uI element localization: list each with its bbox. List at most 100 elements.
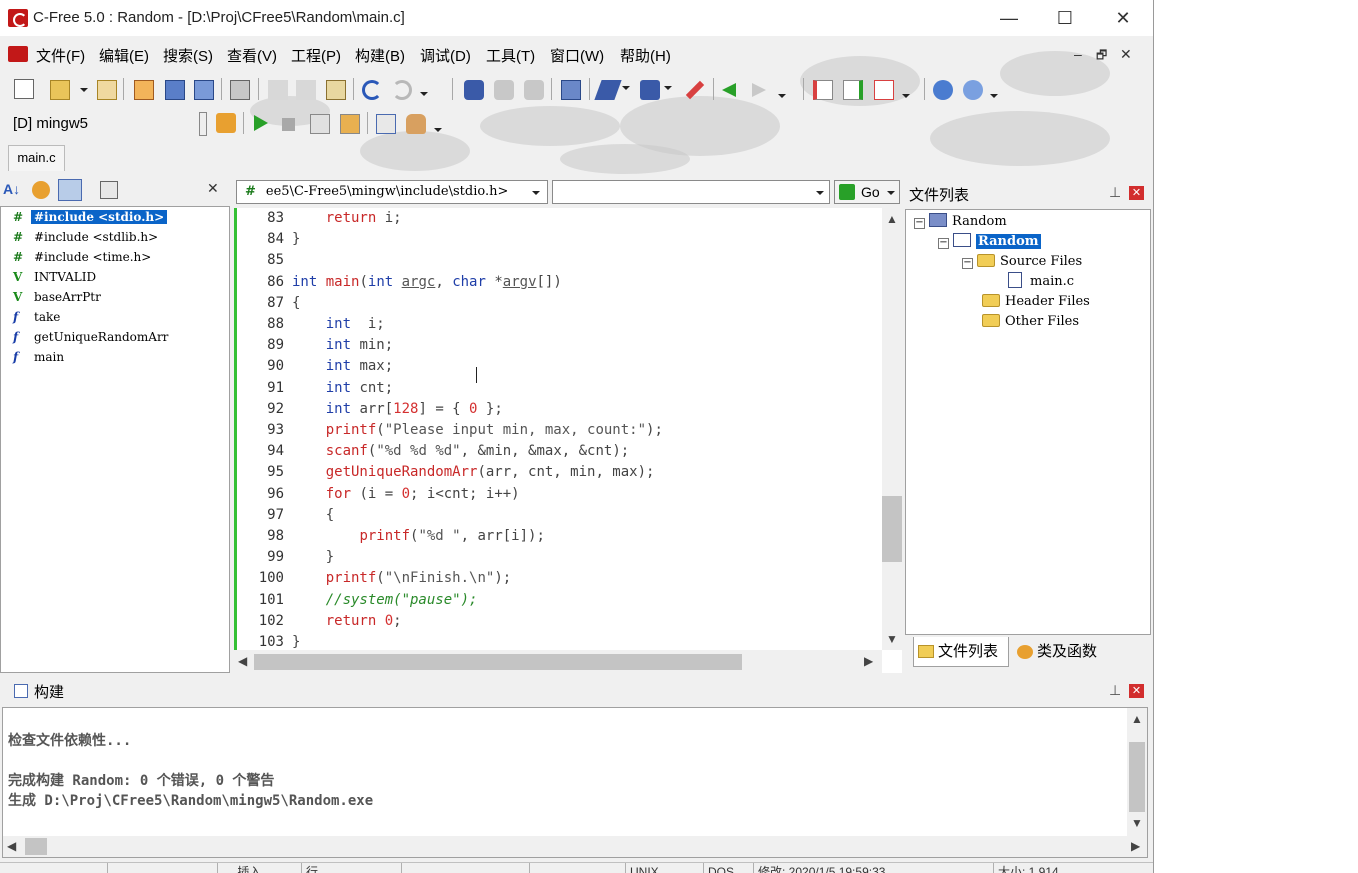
code-line[interactable]: 99 } <box>234 547 874 568</box>
menu-help[interactable]: 帮助(H) <box>620 45 671 66</box>
vertical-scroll-thumb[interactable] <box>882 496 902 562</box>
menu-view[interactable]: 查看(V) <box>227 45 277 66</box>
tab-main-c[interactable]: main.c <box>8 145 65 171</box>
code-line[interactable]: 92 int arr[128] = { 0 }; <box>234 399 874 420</box>
code-line[interactable]: 88 int i; <box>234 314 874 335</box>
code-line[interactable]: 97 { <box>234 505 874 526</box>
menu-file[interactable]: 文件(F) <box>36 45 85 66</box>
redo-icon[interactable] <box>392 80 412 100</box>
scroll-down-arrow-icon[interactable]: ▼ <box>1131 816 1143 830</box>
symbol-combo-dropdown-icon[interactable] <box>816 191 824 195</box>
code-line[interactable]: 100 printf("\nFinish.\n"); <box>234 568 874 589</box>
open-dropdown-icon[interactable] <box>80 88 88 92</box>
include-combo[interactable]: # ee5\C-Free5\mingw\include\stdio.h> <box>236 180 548 204</box>
class-item-intvalid[interactable]: V INTVALID <box>13 267 99 287</box>
show-members-icon[interactable] <box>32 181 50 199</box>
class-panel-close-button[interactable]: ✕ <box>207 180 219 197</box>
tree-project-random[interactable]: − Random <box>914 212 1007 232</box>
new-file-icon[interactable] <box>14 79 34 99</box>
code-line[interactable]: 83 return i; <box>234 208 874 229</box>
watch-icon[interactable] <box>376 114 396 134</box>
scroll-right-arrow-icon[interactable]: ▶ <box>864 654 873 668</box>
find-prev-icon[interactable] <box>524 80 544 100</box>
class-list-icon[interactable] <box>100 181 118 199</box>
tab-file-list[interactable]: 文件列表 <box>913 637 1009 667</box>
scroll-up-arrow-icon[interactable]: ▲ <box>886 212 898 226</box>
help-icon[interactable] <box>933 80 953 100</box>
hand-icon[interactable] <box>406 114 426 134</box>
code-line[interactable]: 94 scanf("%d %d %d", &min, &max, &cnt); <box>234 441 874 462</box>
forward-arrow-icon[interactable] <box>752 83 766 97</box>
find-in-files-icon[interactable] <box>561 80 581 100</box>
menu-debug[interactable]: 调试(D) <box>420 45 471 66</box>
menu-build[interactable]: 构建(B) <box>355 45 405 66</box>
build-horizontal-scroll-thumb[interactable] <box>25 838 47 855</box>
forward-dropdown-icon[interactable] <box>778 94 786 98</box>
tree-view-icon[interactable] <box>58 179 82 201</box>
debug-step-icon[interactable] <box>310 114 330 134</box>
code-line[interactable]: 101 //system("pause"); <box>234 590 874 611</box>
build-dropdown-icon[interactable] <box>664 86 672 90</box>
paste-icon[interactable] <box>326 80 346 100</box>
hand-dropdown-icon[interactable] <box>434 128 442 132</box>
mdi-restore-button[interactable]: 🗗 <box>1096 46 1107 67</box>
scroll-left-arrow-icon[interactable]: ◀ <box>7 839 16 853</box>
code-line[interactable]: 93 printf("Please input min, max, count:… <box>234 420 874 441</box>
class-item-include-stdlib[interactable]: # #include <stdlib.h> <box>13 227 161 247</box>
go-dropdown-icon[interactable] <box>887 191 895 195</box>
code-line[interactable]: 89 int min; <box>234 335 874 356</box>
sort-az-icon[interactable]: A↓ <box>3 181 20 197</box>
code-editor[interactable]: 83 return i; 84} 85 86 int main(int argc, ch… <box>234 208 902 673</box>
find-next-icon[interactable] <box>494 80 514 100</box>
include-combo-dropdown-icon[interactable] <box>532 191 540 195</box>
mdi-minimize-button[interactable]: – <box>1074 46 1082 62</box>
code-line[interactable]: 96 for (i = 0; i<cnt; i++) <box>234 484 874 505</box>
tree-folder-header-files[interactable]: Header Files <box>982 292 1090 312</box>
code-line[interactable]: 91 int cnt; <box>234 378 874 399</box>
build-horizontal-scrollbar[interactable] <box>3 836 1127 857</box>
collapse-icon[interactable]: − <box>938 238 949 249</box>
menu-project[interactable]: 工程(P) <box>291 45 341 66</box>
class-item-getuniquerandomarr[interactable]: f getUniqueRandomArr <box>13 327 171 347</box>
debug-step-over-icon[interactable] <box>340 114 360 134</box>
compiler-dropdown-icon[interactable] <box>199 112 207 136</box>
code-line[interactable]: 95 getUniqueRandomArr(arr, cnt, min, max… <box>234 462 874 483</box>
scroll-up-arrow-icon[interactable]: ▲ <box>1131 712 1143 726</box>
close-button[interactable]: ✕ <box>1094 0 1152 36</box>
stop-icon[interactable] <box>282 118 295 131</box>
compiler-selector[interactable]: [D] mingw5 <box>13 115 88 132</box>
compile-dropdown-icon[interactable] <box>622 86 630 90</box>
menu-window[interactable]: 窗口(W) <box>550 45 604 66</box>
clear-bookmarks-icon[interactable] <box>874 80 894 100</box>
cut-icon[interactable] <box>268 80 288 100</box>
code-line[interactable]: 84} <box>234 229 874 250</box>
collapse-icon[interactable]: − <box>914 218 925 229</box>
maximize-button[interactable]: ☐ <box>1036 0 1094 36</box>
code-line[interactable]: 90 int max; <box>234 356 874 377</box>
pin-icon[interactable]: ⊥ <box>1109 682 1121 699</box>
tree-folder-source-files[interactable]: − Source Files <box>962 252 1082 272</box>
run-icon[interactable] <box>254 115 268 131</box>
menu-tools[interactable]: 工具(T) <box>486 45 535 66</box>
tab-classes-functions[interactable]: 类及函数 <box>1013 637 1113 667</box>
scroll-left-arrow-icon[interactable]: ◀ <box>238 654 247 668</box>
collapse-icon[interactable]: − <box>962 258 973 269</box>
menu-edit[interactable]: 编辑(E) <box>99 45 149 66</box>
class-item-take[interactable]: f take <box>13 307 63 327</box>
mdi-close-button[interactable]: ✕ <box>1120 46 1132 63</box>
open-folder-icon[interactable] <box>50 80 70 100</box>
save-icon[interactable] <box>165 80 185 100</box>
open-project-icon[interactable] <box>97 80 117 100</box>
code-line[interactable]: 87 { <box>234 293 874 314</box>
compile-icon[interactable] <box>594 80 622 100</box>
file-panel-close-button[interactable]: ✕ <box>1129 186 1144 200</box>
save-all-icon[interactable] <box>194 80 214 100</box>
undo-icon[interactable] <box>362 80 382 100</box>
class-item-basearrptr[interactable]: VbaseArrPtr <box>13 287 104 307</box>
code-line[interactable]: 98 printf("%d ", arr[i]); <box>234 526 874 547</box>
scroll-right-arrow-icon[interactable]: ▶ <box>1131 839 1140 853</box>
tree-folder-other-files[interactable]: Other Files <box>982 312 1079 332</box>
compiler-options-icon[interactable] <box>216 113 236 133</box>
print-icon[interactable] <box>230 80 250 100</box>
bookmark-dropdown-icon[interactable] <box>902 94 910 98</box>
